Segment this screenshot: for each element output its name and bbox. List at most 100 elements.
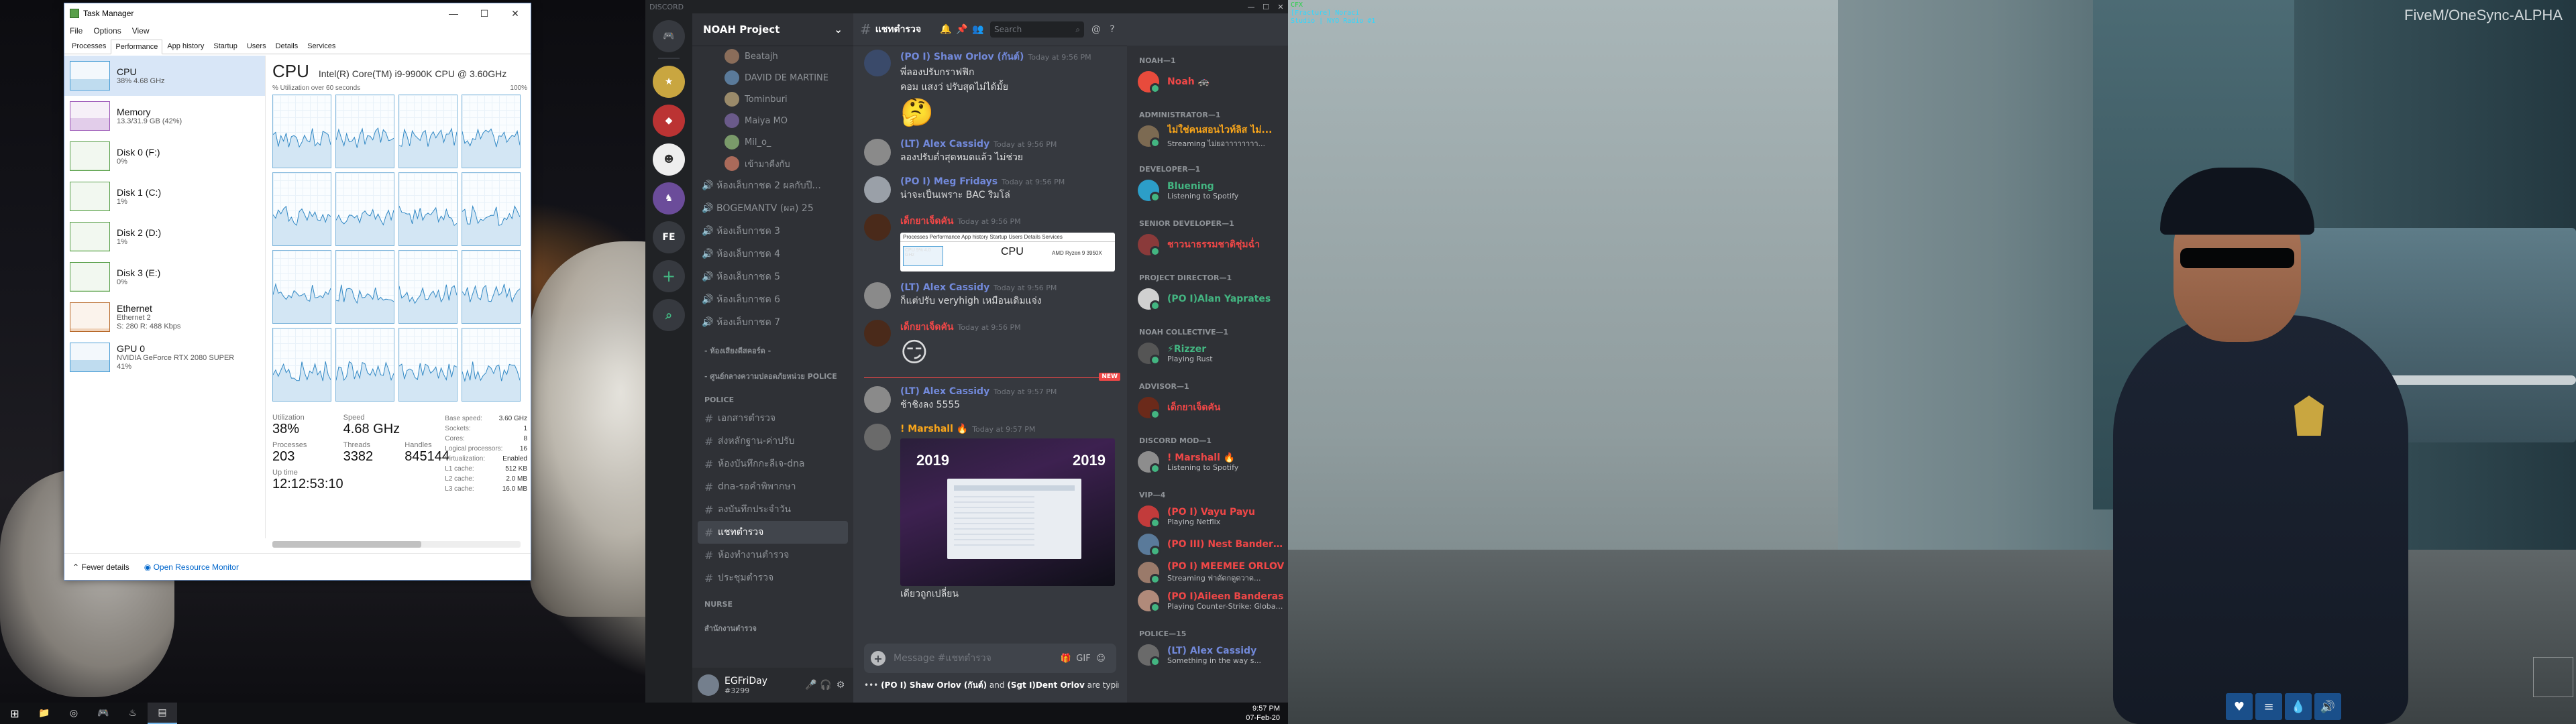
server-icon-4[interactable]: ♞ [653,182,685,215]
attached-screenshot-video[interactable]: 2019 2019 [900,438,1115,586]
gift-icon[interactable]: 🎁 [1057,654,1075,664]
category-police-office[interactable]: สำนักงานตำรวจ [692,611,853,637]
member-item[interactable]: (PO I)Alan Yaprates [1127,285,1288,313]
help-icon[interactable]: ? [1104,24,1120,35]
message-avatar[interactable] [864,139,891,166]
mention-icon[interactable]: @ [1088,24,1104,35]
voice-channel[interactable]: 🔊 ห้องเล็บกาชด 7 [692,311,853,334]
message-author[interactable]: (LT) Alex Cassidy [900,139,989,149]
message-author[interactable]: (LT) Alex Cassidy [900,386,989,397]
tab-processes[interactable]: Processes [67,39,111,54]
add-server-icon[interactable]: + [653,260,685,292]
member-item[interactable]: Noah 🚓 [1127,68,1288,96]
resource-item-mem[interactable]: Memory 13.3/31.9 GB (42%) [64,96,265,136]
member-item[interactable]: (PO I) Vayu Payu Playing Netflix [1127,502,1288,530]
message-avatar[interactable] [864,282,891,309]
message-avatar[interactable] [864,424,891,450]
resource-item-disk[interactable]: Disk 3 (E:) 0% [64,257,265,297]
text-channel[interactable]: # ห้องทำงานตำรวจ [698,544,848,566]
maximize-icon[interactable]: ☐ [1258,3,1273,11]
text-channel[interactable]: # dna-รอคำพิพากษา [698,475,848,498]
microphone-icon[interactable]: 🎤 [804,680,818,690]
search-input[interactable]: Search ⌕ [990,21,1084,38]
start-windows-icon[interactable]: ⊞ [0,703,30,724]
menu-view[interactable]: View [132,26,150,36]
voice-user[interactable]: เข้ามาคืงกับ [692,153,853,174]
resource-item-cpu[interactable]: GPU 0 NVIDIA GeForce RTX 2080 SUPER 41% [64,337,265,377]
message-author[interactable]: (PO I) Meg Fridays [900,176,998,187]
members-icon[interactable]: 👥 [970,24,986,35]
horizontal-scrollbar[interactable] [272,541,521,548]
text-channel[interactable]: # ลงบันทึกประจำวัน [698,498,848,521]
file-explorer-icon[interactable]: 📁 [30,703,59,724]
system-clock[interactable]: 9:57 PM 07-Feb-20 [1246,704,1288,723]
fewer-details-button[interactable]: ⌃ Fewer details [72,562,129,572]
headphones-icon[interactable]: 🎧 [818,680,833,690]
message-author[interactable]: (PO I) Shaw Orlov (กันต์) [900,52,1024,62]
server-icon-3[interactable]: ☻ [653,143,685,176]
voice-channel[interactable]: 🔊 BOGEMANTV (ผล) 25 [692,197,853,220]
category-police[interactable]: POLICE [692,385,853,407]
voice-channel[interactable]: 🔊 ห้องเล็บกาชด 6 [692,288,853,311]
close-icon[interactable]: ✕ [500,3,531,23]
message-author[interactable]: เด็กยาเจ็ดคัน [900,322,953,333]
tab-app-history[interactable]: App history [162,39,209,54]
settings-gear-icon[interactable]: ⚙ [833,680,848,690]
member-item[interactable]: (PO I)Aileen Banderas Playing Counter-Str… [1127,587,1288,615]
text-channel[interactable]: # ส่งหลักฐาน-ค่าปรับ [698,430,848,452]
tab-startup[interactable]: Startup [209,39,241,54]
gif-icon[interactable]: GIF [1075,654,1092,664]
user-avatar[interactable] [698,674,719,696]
resource-item-disk[interactable]: Disk 2 (D:) 1% [64,217,265,257]
server-icon-police[interactable]: ★ [653,66,685,98]
message-avatar[interactable] [864,214,891,241]
voice-channel[interactable]: 🔊 ห้องเล็บกาชด 4 [692,243,853,265]
emoji-icon[interactable]: ☺ [1092,654,1110,664]
member-item[interactable]: (PO III) Nest Banderas... [1127,530,1288,558]
explore-servers-icon[interactable]: ⌕ [653,299,685,331]
server-icon-2[interactable]: ◆ [653,105,685,137]
discord-taskbar-icon[interactable]: 🎮 [89,703,118,724]
voice-user[interactable]: Mil_o_ [692,131,853,153]
steam-icon[interactable]: ♨ [118,703,148,724]
voice-user[interactable]: Maiya MO [692,110,853,131]
upload-plus-icon[interactable]: + [871,651,885,666]
bell-icon[interactable]: 🔔 [938,24,954,35]
text-channel[interactable]: # ประชุมตำรวจ [698,566,848,589]
tab-details[interactable]: Details [271,39,303,54]
member-item[interactable]: เด็กยาเจ็ดคัน [1127,394,1288,422]
voice-user[interactable]: Tominburi [692,88,853,110]
close-icon[interactable]: ✕ [1273,3,1288,11]
message-input[interactable] [885,653,1057,664]
member-item[interactable]: ชาวนาธรรมชาติชุ่มฉ่ำ [1127,231,1288,259]
message-avatar[interactable] [864,176,891,203]
voice-channel[interactable]: 🔊 ห้องเล็บกาชด 5 [692,265,853,288]
member-item[interactable]: Bluening Listening to Spotify [1127,176,1288,204]
discord-titlebar[interactable]: DISCORD — ☐ ✕ [645,0,1288,13]
task-manager-titlebar[interactable]: Task Manager — ☐ ✕ [64,3,531,23]
menu-options[interactable]: Options [93,26,121,36]
member-item[interactable]: (PO I) MEEMEE ORLOV Streaming ฟาดัดกดูดวา… [1127,558,1288,587]
tab-performance[interactable]: Performance [111,40,163,54]
voice-channel[interactable]: 🔊 ห้องเล็บกาชด 3 [692,220,853,243]
voice-channel[interactable]: 🔊 ห้องเล็บกาชด 2 ผลกับปี... [692,174,853,197]
resource-item-disk[interactable]: Disk 1 (C:) 1% [64,176,265,217]
member-item[interactable]: ! Marshall 🔥 Listening to Spotify [1127,448,1288,476]
category-police-center[interactable]: - ศูนย์กลางความปลอดภัยหน่วย POLICE [692,359,853,385]
message-author[interactable]: ! Marshall 🔥 [900,424,968,434]
chrome-icon[interactable]: ◎ [59,703,89,724]
category-nurse[interactable]: NURSE [692,589,853,611]
attached-screenshot-task-manager[interactable]: Processes Performance App history Startu… [900,233,1115,272]
minimize-icon[interactable]: — [1244,3,1258,11]
menu-file[interactable]: File [70,26,83,36]
minimize-icon[interactable]: — [438,3,469,23]
server-icon-fe[interactable]: FE [653,221,685,253]
text-channel[interactable]: # เอกสารตำรวจ [698,407,848,430]
home-icon[interactable]: 🎮 [653,20,685,52]
task-manager-taskbar-icon[interactable]: ▤ [148,703,177,724]
resource-item-cpu[interactable]: CPU 38% 4.68 GHz [64,56,265,96]
message-avatar[interactable] [864,320,891,347]
pin-icon[interactable]: 📌 [954,24,970,35]
member-item[interactable]: ⚡Rizzer Playing Rust [1127,339,1288,367]
member-item[interactable]: ไม่ใช่คนสอนไวท์ลิส ไม่... Streaming ไม่ยอ… [1127,122,1288,150]
